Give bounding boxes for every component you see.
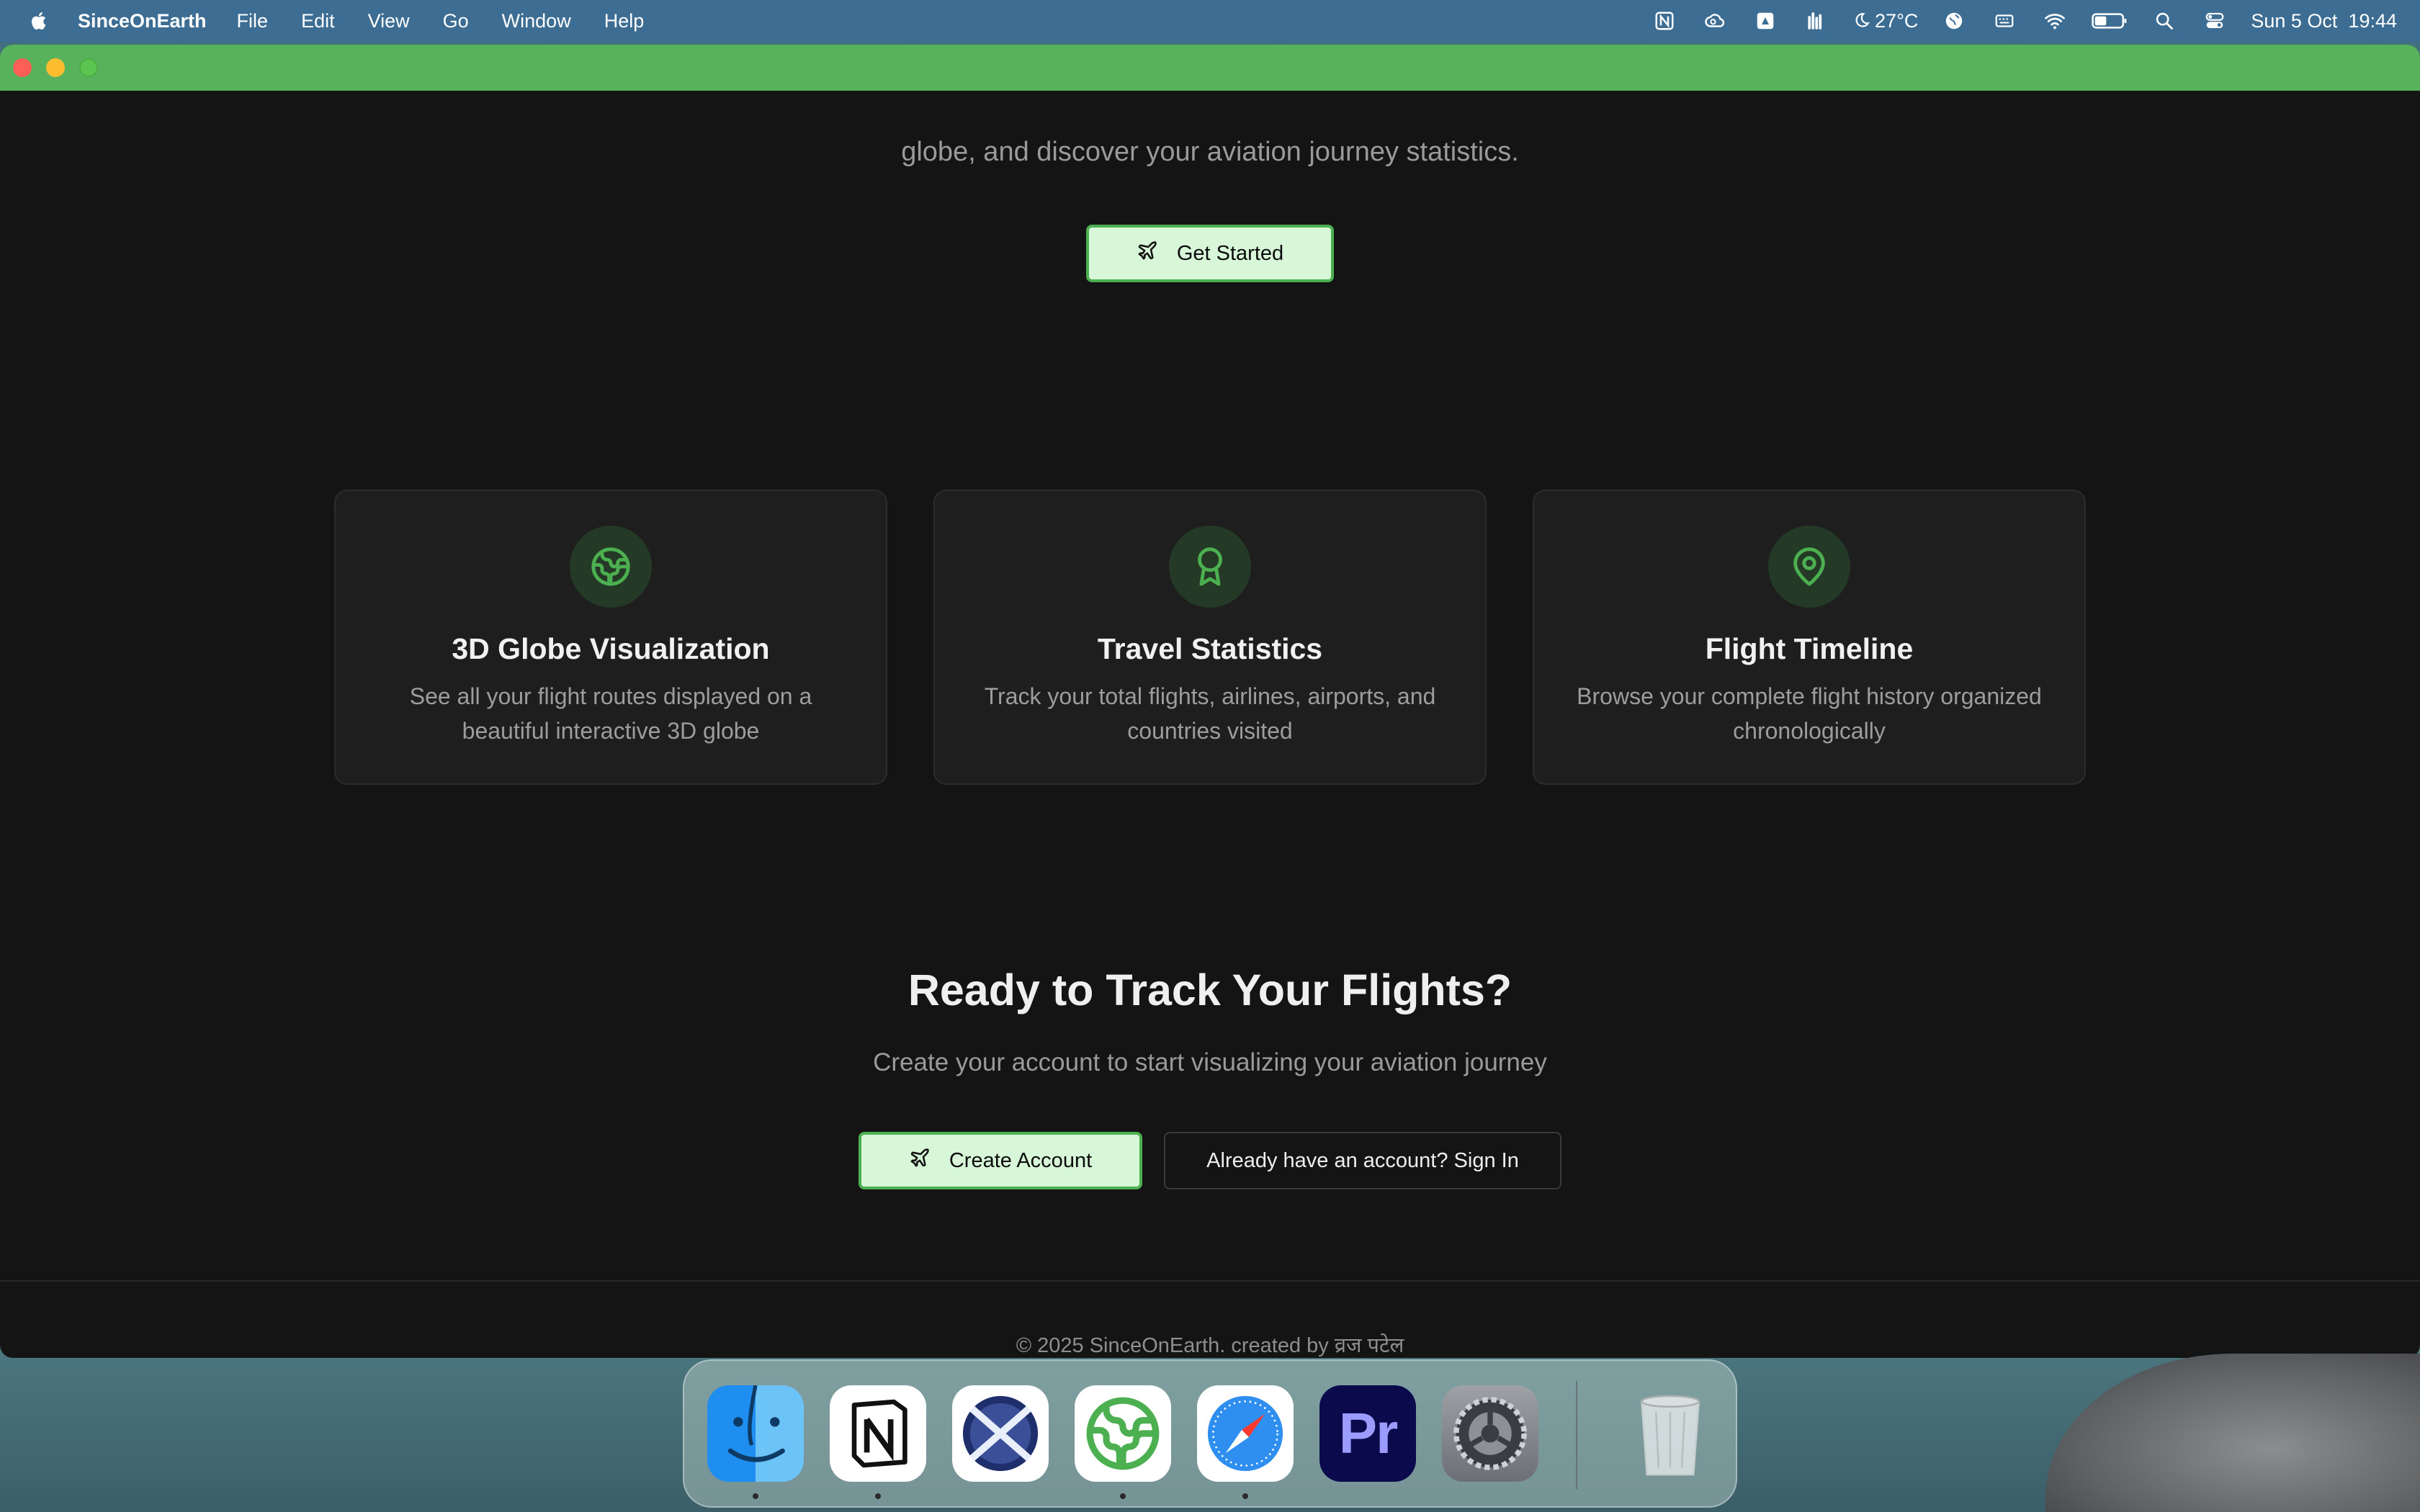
plane-icon — [909, 1147, 931, 1174]
google-drive-icon[interactable] — [1751, 9, 1780, 33]
cta-title: Ready to Track Your Flights? — [908, 966, 1512, 1014]
feature-card-timeline: Flight Timeline Browse your complete fli… — [1533, 490, 2086, 785]
cta-subtitle: Create your account to start visualizing… — [873, 1048, 1547, 1076]
window-zoom-button[interactable] — [79, 58, 98, 77]
dock-instruments-icon[interactable] — [952, 1385, 1049, 1482]
menu-window[interactable]: Window — [502, 10, 571, 32]
window-minimize-button[interactable] — [46, 58, 65, 77]
window-close-button[interactable] — [13, 58, 32, 77]
get-started-button[interactable]: Get Started — [1086, 225, 1334, 282]
dock-separator — [1576, 1381, 1577, 1489]
award-icon — [1169, 526, 1251, 608]
weather-icon[interactable]: 27°C — [1852, 9, 1918, 33]
wifi-icon[interactable] — [2040, 9, 2069, 33]
menu-app-name[interactable]: SinceOnEarth — [78, 10, 207, 32]
hero-subtitle: globe, and discover your aviation journe… — [901, 137, 1519, 167]
dock-running-indicator — [875, 1493, 881, 1499]
feature-title: Flight Timeline — [1705, 632, 1914, 665]
dock-finder-icon[interactable] — [707, 1385, 804, 1482]
globe-icon[interactable] — [1940, 9, 1968, 33]
page-content: globe, and discover your aviation journe… — [0, 91, 2420, 1358]
menu-file[interactable]: File — [237, 10, 269, 32]
dock-notion-icon[interactable] — [830, 1385, 926, 1482]
feature-card-globe: 3D Globe Visualization See all your flig… — [334, 490, 887, 785]
dock-running-indicator — [1242, 1493, 1248, 1499]
dock: Pr — [683, 1359, 1737, 1508]
globe-icon — [570, 526, 652, 608]
menu-edit[interactable]: Edit — [301, 10, 335, 32]
footer-divider — [0, 1280, 2420, 1282]
dock-system-settings-icon[interactable] — [1442, 1385, 1538, 1482]
create-account-label: Create Account — [949, 1148, 1093, 1172]
feature-title: Travel Statistics — [1097, 632, 1323, 665]
dock-running-indicator — [753, 1493, 758, 1499]
dock-sinceonearth-icon[interactable] — [1075, 1385, 1171, 1482]
dock-trash-icon[interactable] — [1622, 1385, 1718, 1482]
control-center-icon[interactable] — [2200, 9, 2229, 33]
feature-title: 3D Globe Visualization — [452, 632, 770, 665]
create-account-button[interactable]: Create Account — [859, 1132, 1142, 1189]
menu-clock[interactable]: Sun 5 Oct 19:44 — [2251, 10, 2397, 32]
menu-view[interactable]: View — [368, 10, 410, 32]
feature-description: See all your flight routes displayed on … — [409, 683, 812, 744]
feature-description: Track your total flights, airlines, airp… — [984, 683, 1436, 744]
weather-temperature: 27°C — [1875, 9, 1919, 32]
footer-copyright: © 2025 SinceOnEarth. created by व्रज पटे… — [1016, 1334, 1404, 1357]
menu-bar: SinceOnEarth File Edit View Go Window He… — [0, 0, 2420, 42]
feature-description: Browse your complete flight history orga… — [1577, 683, 2042, 744]
battery-icon[interactable] — [2091, 9, 2128, 33]
window-titlebar[interactable] — [0, 45, 2420, 91]
dock-safari-icon[interactable] — [1197, 1385, 1294, 1482]
notion-icon[interactable] — [1650, 9, 1679, 33]
feature-card-statistics: Travel Statistics Track your total fligh… — [933, 490, 1487, 785]
map-pin-icon — [1768, 526, 1850, 608]
plane-icon — [1137, 240, 1158, 267]
dock-running-indicator — [1120, 1493, 1126, 1499]
menu-go[interactable]: Go — [443, 10, 469, 32]
audio-bars-icon[interactable] — [1801, 9, 1830, 33]
apple-logo-icon[interactable] — [27, 9, 52, 33]
wallpaper-rock — [2045, 1354, 2420, 1512]
menu-help[interactable]: Help — [604, 10, 645, 32]
keyboard-input-icon[interactable] — [1990, 9, 2019, 33]
dock-premiere-icon[interactable]: Pr — [1319, 1385, 1416, 1482]
get-started-label: Get Started — [1176, 241, 1284, 265]
search-icon[interactable] — [2150, 9, 2179, 33]
sign-in-button[interactable]: Already have an account? Sign In — [1164, 1132, 1561, 1189]
creative-cloud-icon[interactable] — [1700, 9, 1729, 33]
app-window: globe, and discover your aviation journe… — [0, 45, 2420, 1358]
